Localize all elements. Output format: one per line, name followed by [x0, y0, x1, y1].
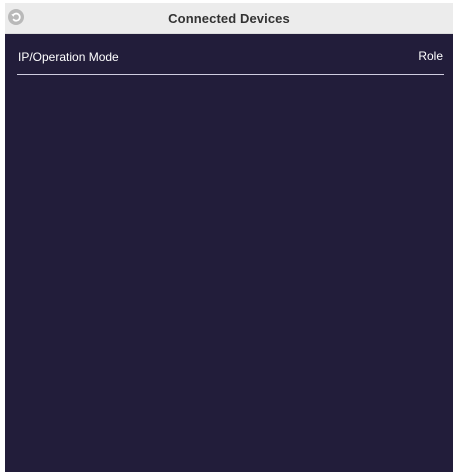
page-title: Connected Devices	[168, 10, 290, 26]
column-header-role: Role	[418, 49, 443, 63]
connected-devices-panel: Connected Devices IP/Operation Mode Role	[5, 3, 453, 472]
back-button[interactable]	[5, 6, 27, 28]
table-header: IP/Operation Mode Role	[17, 49, 444, 75]
column-header-ip-operation-mode: IP/Operation Mode	[18, 50, 119, 64]
back-icon	[8, 9, 24, 25]
title-bar: Connected Devices	[5, 3, 453, 34]
device-list	[17, 76, 444, 472]
